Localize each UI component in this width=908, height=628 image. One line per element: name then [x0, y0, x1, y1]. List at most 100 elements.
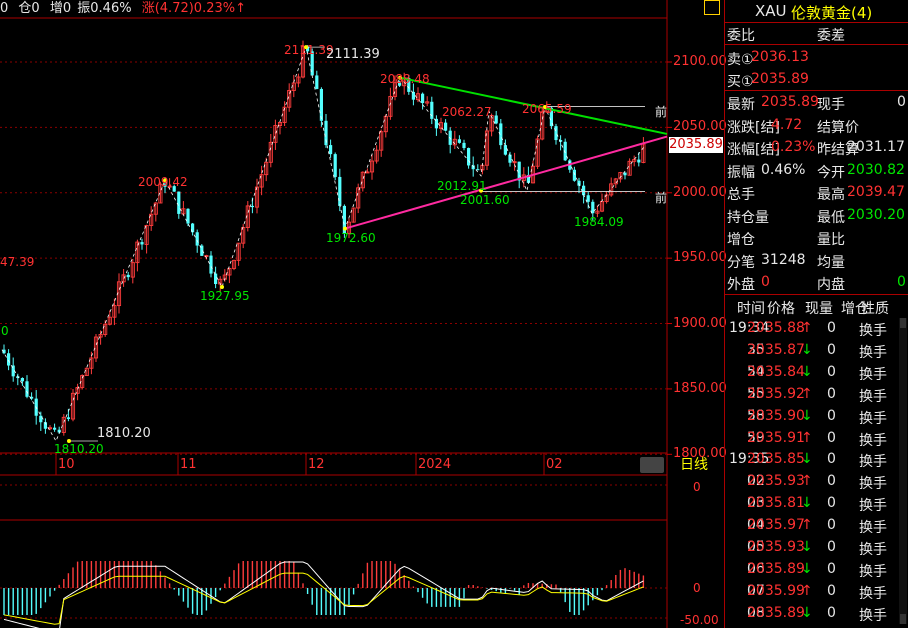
period-label[interactable]: 日线: [680, 457, 708, 473]
tick-arrow: ↑: [801, 517, 813, 534]
tick-nature: 换手: [859, 454, 887, 471]
anno-hi-2062: 2062.27: [442, 105, 492, 119]
candles-group: [2, 40, 646, 436]
stat-label: 总手: [727, 187, 755, 203]
tick-row: 07 2035.99 ↑ 0 换手: [725, 581, 908, 602]
stat-label: 内盘: [817, 277, 845, 293]
tick-volume: 0: [827, 604, 836, 621]
quote-stat-row: 分笔 31248 均量: [725, 249, 908, 271]
stat-label: 结算价: [817, 119, 859, 136]
tick-price: 2035.91: [747, 429, 805, 446]
price-axis-label: 1900.00: [673, 315, 727, 331]
stat-label: 增仓: [727, 232, 755, 248]
stat-value: 4.72: [771, 116, 803, 133]
scroll-handle[interactable]: [640, 457, 664, 473]
tick-nature: 换手: [859, 410, 887, 427]
tick-nature: 换手: [859, 476, 887, 493]
top-zeng: 增0: [49, 1, 72, 16]
tick-volume: 0: [827, 385, 836, 402]
tick-row: 55 2035.92 ↑ 0 换手: [725, 384, 908, 405]
tick-nature: 换手: [859, 585, 887, 602]
stat-value: 2035.89: [761, 94, 819, 110]
tick-scrollbar[interactable]: [899, 318, 907, 624]
tick-nature: 换手: [859, 520, 887, 537]
tick-row: 08 2035.89 ↓ 0 换手: [725, 603, 908, 624]
anno-hi-2111-b: 2111.39: [326, 47, 380, 62]
stat-label: 分笔: [727, 254, 755, 271]
time-axis-label: 02: [546, 457, 563, 472]
top-info-bar: 0 仓0 增0 振0.46% 涨(4.72)0.23%↑: [0, 1, 246, 17]
tick-price: 2035.93: [747, 473, 805, 490]
tick-nature: 换手: [859, 366, 887, 383]
tick-volume: 0: [827, 495, 836, 512]
buy-row: 买① 2035.89: [725, 68, 908, 91]
anno-lo-1810-b: 1810.20: [97, 426, 151, 441]
candle-body: [177, 191, 181, 214]
stat-value: 0.46%: [761, 161, 806, 178]
tick-price: 2035.92: [747, 385, 805, 402]
chart-canvas[interactable]: [0, 0, 724, 628]
scrollbar-down[interactable]: [900, 614, 906, 624]
tick-arrow: ↓: [801, 539, 813, 555]
tick-header: 时间 价格 现量 增仓 性质: [725, 295, 908, 317]
anno-lo-1972: 1972.60: [326, 231, 376, 245]
candle-body: [66, 417, 70, 420]
tick-nature: 换手: [859, 563, 887, 580]
stat-label: 外盘: [727, 277, 755, 293]
time-axis-label: 12: [308, 457, 325, 472]
anno-hi-2009: 2009.42: [138, 175, 188, 189]
tick-arrow: ↑: [801, 385, 813, 402]
tick-volume: 0: [827, 517, 836, 534]
tick-price: 2035.93: [747, 539, 805, 555]
tick-arrow: ↑: [801, 320, 813, 336]
candle-body: [338, 176, 342, 206]
sell-row: 卖① 2036.13: [725, 46, 908, 68]
candle-body: [411, 91, 415, 100]
price-axis-label: 2100.00: [673, 54, 727, 69]
candle-body: [195, 232, 199, 246]
scrollbar-up[interactable]: [900, 318, 906, 328]
tick-arrow: ↑: [801, 429, 813, 446]
macd-group: [3, 561, 645, 628]
current-price-tag: 2035.89: [669, 137, 723, 153]
quote-stat-row: 持仓量 最低 2030.20: [725, 204, 908, 226]
weicha-label: 委差: [817, 28, 845, 44]
macd-axis-neg50: -50.00: [680, 613, 719, 627]
tick-volume: 0: [827, 341, 836, 358]
candle-body: [191, 223, 195, 233]
anno-qian-2: 前: [655, 191, 668, 205]
anno-lo-1927: 1927.95: [200, 289, 250, 303]
quote-stat-row: 涨幅[结] 0.23% 昨结算 2031.17: [725, 136, 908, 158]
buy-label: 买①: [727, 74, 754, 90]
candle-body: [586, 195, 590, 202]
stat-label: 最新: [727, 97, 755, 113]
tick-row: 59 2035.91 ↑ 0 换手: [725, 428, 908, 449]
tick-price: 2035.89: [747, 560, 805, 577]
tick-price: 2035.97: [747, 517, 805, 534]
tick-row: 35 2035.87 ↓ 0 换手: [725, 340, 908, 361]
candle-body: [503, 145, 507, 155]
weibi-label: 委比: [727, 28, 755, 44]
stat-label: 最低: [817, 209, 845, 226]
tick-header-time: 时间: [737, 301, 765, 317]
anno-lo-2001: 2001.60: [460, 193, 510, 207]
candle-body: [140, 242, 144, 245]
tick-nature: 换手: [859, 388, 887, 405]
candle-body: [554, 126, 558, 141]
tick-volume: 0: [827, 429, 836, 446]
quote-panel: XAU 伦敦黄金(4) 委比 委差 卖① 2036.13 买① 2035.89 …: [724, 0, 908, 628]
tick-arrow: ↑: [801, 473, 813, 490]
stat-value: 2039.47: [847, 184, 905, 200]
stat-label: 振幅: [727, 164, 755, 181]
top-zhen: 振0.46%: [77, 1, 132, 16]
sell-price: 2036.13: [751, 49, 809, 65]
stat-label: 持仓量: [727, 209, 769, 226]
volume-axis-zero: 0: [693, 480, 701, 494]
candle-body: [444, 122, 448, 131]
settings-box-icon[interactable]: [704, 0, 720, 15]
tick-arrow: ↓: [801, 363, 813, 380]
candle-body: [250, 205, 254, 208]
tick-nature: 换手: [859, 607, 887, 624]
quote-stat-row: 外盘 0 内盘 0: [725, 271, 908, 293]
stat-label: 最高: [817, 187, 845, 203]
